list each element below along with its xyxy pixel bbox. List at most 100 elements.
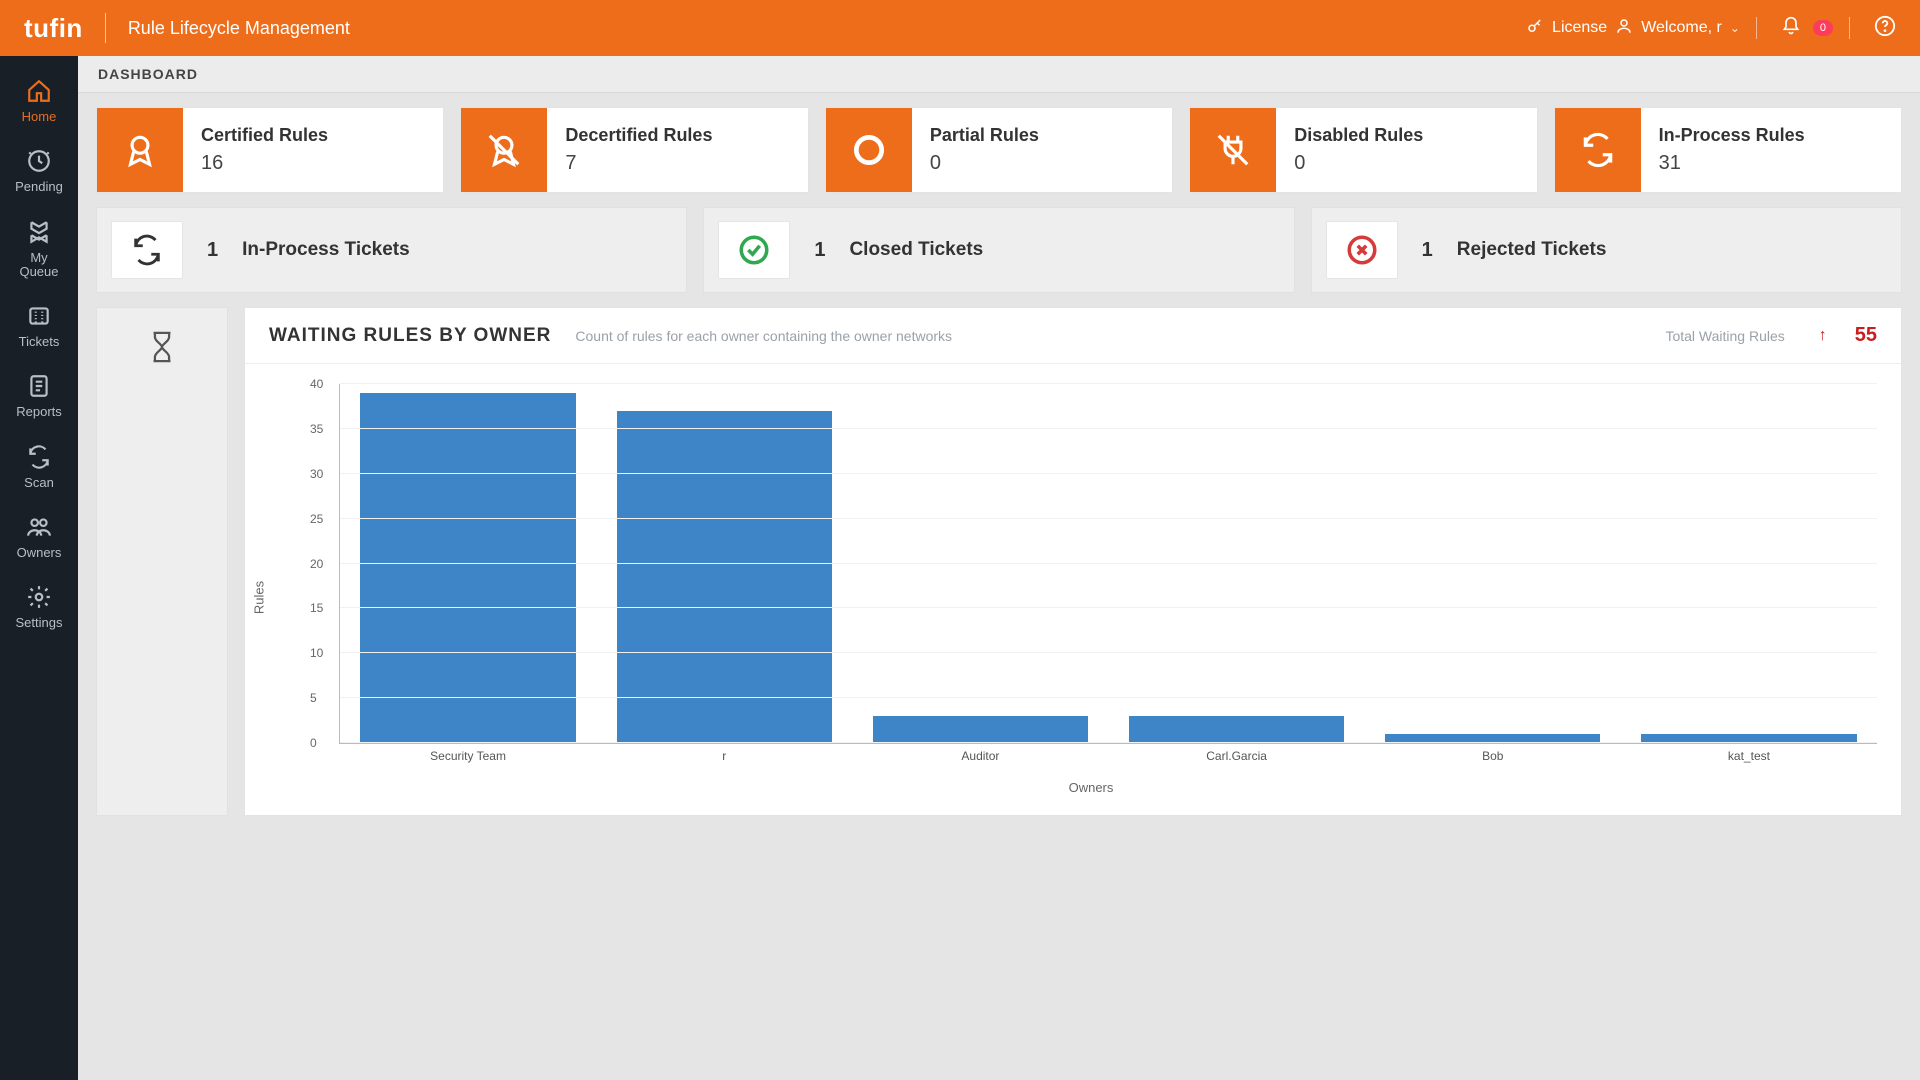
chevron-down-icon: ⌄ (1730, 21, 1740, 35)
myqueue-icon (26, 219, 52, 245)
stat-card-refresh[interactable]: In-Process Rules31 (1554, 107, 1902, 193)
sidebar-item-scan[interactable]: Scan (0, 432, 78, 502)
chart-x-axis-label: Owners (305, 780, 1877, 795)
stat-card-label: Disabled Rules (1294, 125, 1423, 146)
chart-plot-area: Security TeamrAuditorCarl.GarciaBobkat_t… (339, 384, 1877, 744)
arrow-up-icon: ↑ (1819, 327, 1827, 345)
breadcrumb: DASHBOARD (78, 56, 1920, 93)
app-subtitle: Rule Lifecycle Management (128, 18, 350, 39)
sidebar-item-owners[interactable]: Owners (0, 502, 78, 572)
chart-total-value: 55 (1855, 324, 1877, 347)
gridline (340, 428, 1877, 429)
stat-card-value: 0 (930, 152, 1039, 175)
notifications-button[interactable]: 0 (1781, 16, 1833, 41)
gridline (340, 563, 1877, 564)
stat-card-label: Decertified Rules (565, 125, 712, 146)
bar-slot: Carl.Garcia (1109, 384, 1365, 743)
user-icon (1615, 17, 1633, 40)
bar-slot: Security Team (340, 384, 596, 743)
gridline (340, 473, 1877, 474)
chart-bar[interactable] (360, 393, 575, 743)
sidebar-item-label: Pending (15, 180, 63, 194)
x-tick: Carl.Garcia (1206, 749, 1267, 763)
ticket-label: In-Process Tickets (242, 239, 410, 261)
chart-bar[interactable] (873, 716, 1088, 743)
sidebar-item-home[interactable]: Home (0, 66, 78, 136)
reports-icon (26, 373, 52, 399)
gridline (340, 742, 1877, 743)
gridline (340, 518, 1877, 519)
chart-subtitle: Count of rules for each owner containing… (575, 328, 1641, 344)
x-tick: kat_test (1728, 749, 1770, 763)
help-button[interactable] (1874, 15, 1896, 42)
x-tick: Auditor (961, 749, 999, 763)
ticket-card-1[interactable]: 1 Closed Tickets (703, 207, 1294, 293)
stat-card-label: Partial Rules (930, 125, 1039, 146)
brand-logo: tufin (24, 13, 83, 44)
sidebar: Home Pending MyQueue Tickets ReportsScan Owne… (0, 56, 78, 1080)
sidebar-item-label: Tickets (19, 335, 60, 349)
sidebar-item-tickets[interactable]: Tickets (0, 291, 78, 361)
sidebar-item-label: Settings (16, 616, 63, 630)
scan-icon (26, 444, 52, 470)
stat-card-ribbon-slash[interactable]: Decertified Rules7 (460, 107, 808, 193)
y-tick: 5 (310, 691, 317, 705)
chart-bar[interactable] (617, 411, 832, 743)
key-icon (1526, 17, 1544, 40)
pending-icon (26, 148, 52, 174)
sidebar-item-myqueue[interactable]: MyQueue (0, 207, 78, 292)
stat-card-value: 0 (1294, 152, 1423, 175)
ticket-card-2[interactable]: 1 Rejected Tickets (1311, 207, 1902, 293)
y-tick: 40 (310, 377, 323, 391)
ticket-count: 1 (814, 239, 825, 262)
user-menu[interactable]: Welcome, r ⌄ (1615, 17, 1740, 40)
bell-icon (1781, 16, 1801, 41)
help-icon (1874, 15, 1896, 42)
x-tick: Security Team (430, 749, 506, 763)
notification-badge: 0 (1813, 20, 1833, 36)
sidebar-item-settings[interactable]: Settings (0, 572, 78, 642)
gridline (340, 697, 1877, 698)
divider (105, 13, 106, 43)
ticket-label: Rejected Tickets (1457, 239, 1607, 261)
y-tick: 25 (310, 512, 323, 526)
stat-card-ribbon[interactable]: Certified Rules16 (96, 107, 444, 193)
license-link[interactable]: License (1526, 17, 1607, 40)
ribbon-icon (97, 108, 183, 192)
sidebar-item-reports[interactable]: Reports (0, 361, 78, 431)
ticket-count: 1 (1422, 239, 1433, 262)
plug-off-icon (1190, 108, 1276, 192)
ticket-label: Closed Tickets (849, 239, 983, 261)
gridline (340, 383, 1877, 384)
bar-slot: Auditor (852, 384, 1108, 743)
refresh-icon (111, 221, 183, 279)
y-tick: 35 (310, 422, 323, 436)
gridline (340, 652, 1877, 653)
ribbon-slash-icon (461, 108, 547, 192)
home-icon (26, 78, 52, 104)
stat-card-value: 16 (201, 152, 328, 175)
x-tick: r (722, 749, 726, 763)
owners-icon (26, 514, 52, 540)
hourglass-icon (145, 330, 179, 369)
chart-y-axis-label: Rules (252, 580, 267, 613)
stat-card-circle-hollow[interactable]: Partial Rules 0 (825, 107, 1173, 193)
sidebar-item-label: Home (22, 110, 57, 124)
sidebar-item-label: Owners (17, 546, 62, 560)
y-tick: 0 (310, 736, 317, 750)
settings-icon (26, 584, 52, 610)
x-tick: Bob (1482, 749, 1503, 763)
sidebar-item-label: MyQueue (19, 251, 58, 280)
ticket-card-row: 1 In-Process Tickets 1 Closed Tickets 1 Rejec… (96, 207, 1902, 293)
sidebar-item-pending[interactable]: Pending (0, 136, 78, 206)
ticket-count: 1 (207, 239, 218, 262)
y-tick: 30 (310, 467, 323, 481)
refresh-icon (1555, 108, 1641, 192)
circle-hollow-icon (826, 108, 912, 192)
top-bar: tufin Rule Lifecycle Management License … (0, 0, 1920, 56)
y-tick: 10 (310, 646, 323, 660)
stat-card-plug-off[interactable]: Disabled Rules 0 (1189, 107, 1537, 193)
stat-card-row: Certified Rules16Decertified Rules7Parti… (96, 107, 1902, 193)
chart-bar[interactable] (1129, 716, 1344, 743)
ticket-card-0[interactable]: 1 In-Process Tickets (96, 207, 687, 293)
